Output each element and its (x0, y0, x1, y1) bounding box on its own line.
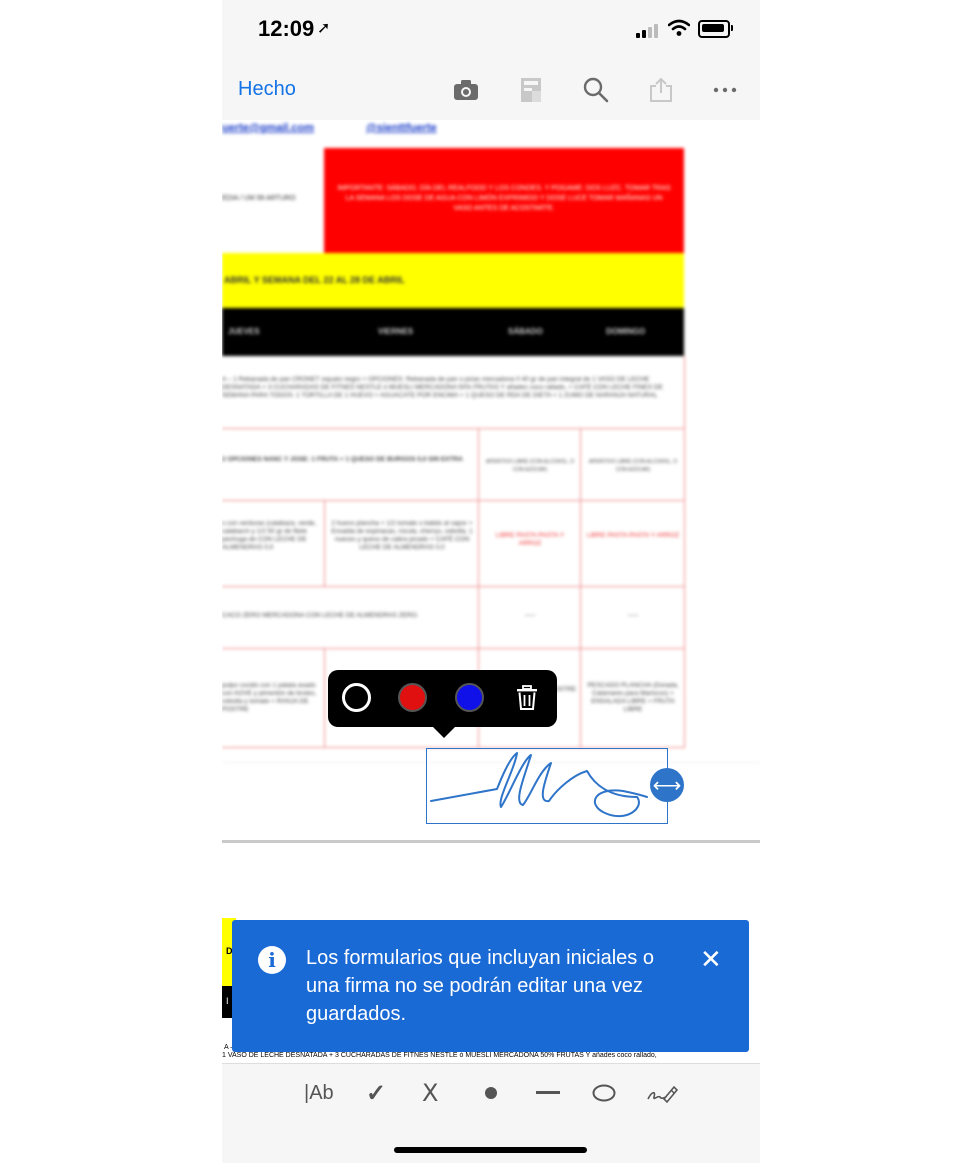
ellipse-icon (592, 1084, 616, 1102)
day-header: VIERNES (378, 327, 414, 336)
home-indicator[interactable] (394, 1147, 587, 1153)
clock: 12:09 (258, 16, 315, 41)
table-cell: APERITIVO LIBRE (CON ALCOHOL, O CON AZÚC… (485, 459, 575, 473)
side-text: EDIA / UM 99 ARTURO (222, 195, 296, 202)
table-cell: s con verduras (calabaza, verde, calabac… (222, 520, 317, 551)
table-cell: pulpo cocido con 1 patata asado con AOVE… (222, 682, 317, 713)
banner-message: Los formularios que incluyan iniciales o… (306, 947, 654, 1025)
week-text: ABRIL Y SEMANA DEL 22 AL 28 DE ABRIL (224, 275, 405, 285)
day-header: JUEVES (228, 327, 260, 336)
day-header-row: JUEVES VIERNES SÁBADO DOMINGO (222, 308, 684, 356)
signature-tool[interactable] (646, 1078, 678, 1108)
day-header: SÁBADO (508, 327, 543, 336)
more-icon[interactable] (711, 76, 739, 104)
email-link: uerte@gmail.com (222, 122, 315, 134)
document-icon[interactable] (517, 76, 545, 104)
table-cell: A – 1 Rebanada de pan CRONET siquato neg… (222, 376, 663, 399)
battery-icon (698, 20, 733, 38)
page2-fragment: I (226, 996, 229, 1006)
red-color-swatch[interactable] (398, 683, 427, 712)
table-cell: ----- (627, 612, 639, 619)
handle-link: @sienttfuerte (366, 122, 437, 134)
phone-screen: 12:09 ➚ Hecho uerte@gmail.com @sienttfue… (222, 0, 760, 1163)
table-cell: APERITIVO LIBRE (CON ALCOHOL, O CON AZÚC… (588, 459, 678, 473)
notice-text: IMPORTANTE: SÁBADO, DÍA DEL REALFOOD Y L… (337, 185, 671, 212)
page-separator (222, 840, 760, 843)
table-cell: 2 huevo plancha + 1/2 tomate o batido al… (331, 520, 473, 551)
color-picker-popup (328, 670, 557, 738)
black-color-swatch[interactable] (342, 683, 371, 712)
add-text-tool[interactable]: |Ab (304, 1078, 334, 1108)
check-mark-tool[interactable]: ✓ (366, 1078, 386, 1108)
wifi-icon (668, 19, 690, 36)
resize-handle[interactable]: ⟷ (650, 768, 684, 802)
info-banner: i Los formularios que incluyan iniciales… (232, 920, 749, 1052)
week-banner: ABRIL Y SEMANA DEL 22 AL 28 DE ABRIL (222, 253, 684, 308)
signal-icon (636, 22, 662, 38)
share-icon[interactable] (647, 76, 675, 104)
close-icon[interactable]: ✕ (700, 946, 722, 972)
table-cell: ----- (524, 612, 536, 619)
ellipse-tool[interactable] (592, 1078, 616, 1108)
camera-icon[interactable] (452, 76, 480, 104)
signature-drawing (430, 752, 648, 818)
info-icon: i (258, 946, 286, 974)
signature-field[interactable] (426, 748, 668, 824)
location-icon: ➚ (317, 20, 331, 37)
pen-signature-icon (647, 1085, 678, 1104)
status-bar: 12:09 ➚ (222, 0, 760, 60)
day-header: DOMINGO (606, 327, 646, 336)
notice-box: IMPORTANTE: SÁBADO, DÍA DEL REALFOOD Y L… (324, 148, 684, 253)
page2-text-line: 1 VASO DE LECHE DESNATADA + 3 CUCHARADAS… (222, 1052, 657, 1059)
contact-links: uerte@gmail.com @sienttfuerte (222, 122, 437, 134)
dot-icon (485, 1087, 497, 1099)
top-toolbar: Hecho (222, 60, 760, 121)
line-icon (536, 1091, 560, 1094)
line-tool[interactable] (536, 1078, 560, 1108)
search-icon[interactable] (582, 76, 610, 104)
table-cell: LIBRE PASTA PASTA Y ARROZ (586, 532, 680, 539)
table-cell: CACO ZERO MERCADONA CON LECHE DE ALMENDR… (222, 612, 419, 619)
table-cell: PESCADO PLANCHA (Dorada, Calamares para … (587, 682, 679, 713)
pdf-page: uerte@gmail.com @sienttfuerte EDIA / UM … (222, 120, 760, 840)
table-cell: LIBRE PASTA PASTA Y ARROZ (495, 532, 565, 547)
blue-color-swatch[interactable] (455, 683, 484, 712)
table-cell: 2 OPCIONES NANC Y JOSE: 1 FRUTA + 1 QUES… (222, 456, 463, 463)
dot-tool[interactable] (484, 1078, 498, 1108)
trash-icon[interactable] (516, 685, 538, 716)
cross-mark-tool[interactable]: X (422, 1078, 438, 1108)
done-button[interactable]: Hecho (238, 78, 296, 101)
